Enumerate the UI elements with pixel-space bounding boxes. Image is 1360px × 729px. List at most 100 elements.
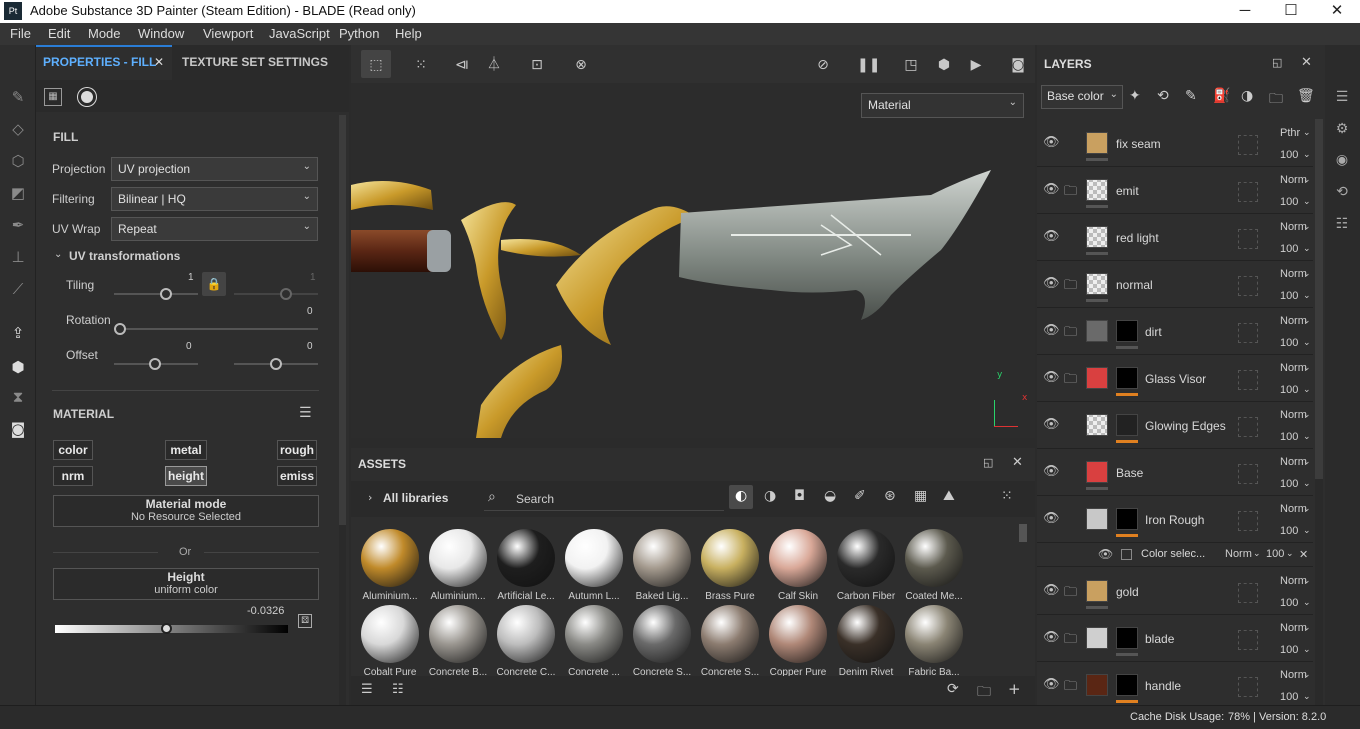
camera-view-icon[interactable]: ◳ [901, 55, 921, 75]
opacity-value[interactable]: 100 [1280, 691, 1298, 703]
lock-icon[interactable]: 🔒 [202, 272, 226, 296]
tiling-knob-1[interactable] [160, 288, 172, 300]
folder-icon[interactable]: 🗀 [1064, 630, 1077, 652]
opacity-value[interactable]: 100 [1280, 478, 1298, 490]
folder-icon[interactable]: 🗀 [977, 681, 991, 705]
screenshot-icon[interactable]: ◙ [1008, 55, 1028, 75]
material-thumbnail[interactable] [701, 529, 759, 587]
fill-properties-icon[interactable]: ▦ [44, 88, 62, 106]
material-thumbnail[interactable] [701, 605, 759, 663]
add-fill-layer-icon[interactable]: ⛽ [1213, 88, 1230, 104]
filter-icon[interactable]: ◒ [824, 488, 836, 504]
effect-opacity[interactable]: 100 [1266, 548, 1284, 560]
clone-stamp-icon[interactable]: ⊥ [8, 247, 28, 267]
offset-knob-1[interactable] [149, 358, 161, 370]
undock-icon[interactable]: ◱ [983, 456, 993, 469]
symmetry-vertical-icon[interactable]: ⏃ [484, 55, 504, 75]
geometry-mask-icon[interactable]: ◩ [8, 183, 28, 203]
undock-icon[interactable]: ◱ [1272, 56, 1282, 69]
reset-icon[interactable]: ⊗ [571, 55, 591, 75]
smart-material-icon[interactable]: ◑ [764, 488, 776, 504]
symmetry-icon[interactable]: ⧏ [452, 55, 472, 75]
mask-thumbnail[interactable] [1116, 627, 1138, 649]
scrollbar-thumb[interactable] [1315, 119, 1323, 479]
material-thumbnail[interactable] [565, 529, 623, 587]
close-assets-icon[interactable]: ✕ [1012, 455, 1023, 470]
layers-list-icon[interactable]: ☰ [1333, 89, 1351, 107]
material-thumbnail[interactable] [429, 605, 487, 663]
log-icon[interactable]: ☷ [1333, 216, 1351, 234]
material-sphere-icon[interactable] [78, 88, 96, 106]
opacity-value[interactable]: 100 [1280, 290, 1298, 302]
list-details-icon[interactable]: ☷ [392, 682, 404, 697]
grid-icon[interactable]: ⁙ [411, 55, 431, 75]
assets-scrollbar[interactable] [1019, 524, 1027, 542]
material-thumbnail[interactable] [769, 605, 827, 663]
mask-thumbnail[interactable] [1116, 320, 1138, 342]
mask-thumbnail[interactable] [1116, 508, 1138, 530]
layer-row[interactable]: 👁 🗀 handle Norm ⌄ 100 ⌄ [1037, 663, 1313, 709]
add-folder-icon[interactable]: 🗀 [1269, 88, 1283, 112]
bake-icon[interactable]: ⬢ [8, 357, 28, 377]
layer-row[interactable]: 👁 🗀 emit Norm ⌄ 100 ⌄ [1037, 168, 1313, 214]
material-mode-slot[interactable]: Material mode No Resource Selected [53, 495, 319, 527]
eye-icon[interactable]: 👁 [1043, 511, 1060, 527]
export-icon[interactable]: ⇪ [8, 323, 28, 343]
folder-icon[interactable]: 🗀 [1064, 276, 1077, 298]
projection-icon[interactable]: ⬡ [8, 151, 28, 171]
material-thumbnail[interactable] [769, 529, 827, 587]
camera-bake-icon[interactable]: ◙ [8, 419, 28, 439]
all-libraries-link[interactable]: All libraries [383, 491, 448, 505]
material-thumbnail[interactable] [905, 529, 963, 587]
material-thumbnail[interactable] [837, 605, 895, 663]
remove-effect-icon[interactable]: ✕ [1299, 548, 1308, 561]
material-thumbnail[interactable] [497, 605, 555, 663]
material-thumbnail[interactable] [905, 605, 963, 663]
eye-icon[interactable]: 👁 [1043, 370, 1060, 386]
layer-row[interactable]: 👁 🗀 normal Norm ⌄ 100 ⌄ [1037, 262, 1313, 308]
add-mask-icon[interactable]: ⟲ [1157, 88, 1169, 104]
eye-icon[interactable]: 👁 [1043, 583, 1060, 599]
refresh-icon[interactable]: ⟳ [947, 681, 959, 697]
menu-viewport[interactable]: Viewport [203, 26, 253, 41]
mask-thumbnail[interactable] [1116, 674, 1138, 696]
channel-color-button[interactable]: color [53, 440, 93, 460]
close-layers-icon[interactable]: ✕ [1301, 55, 1312, 70]
uv-transformations-header[interactable]: UV transformations [69, 249, 180, 263]
material-thumbnail[interactable] [565, 605, 623, 663]
splitter[interactable] [351, 438, 1035, 448]
layer-row[interactable]: 👁 Iron Rough Norm ⌄ 100 ⌄ [1037, 497, 1313, 543]
smudge-icon[interactable]: ✒ [8, 215, 28, 235]
effect-blend-mode[interactable]: Norm [1225, 548, 1252, 560]
tiling-knob-2[interactable] [280, 288, 292, 300]
menu-python[interactable]: Python [339, 26, 379, 41]
filtering-dropdown[interactable]: Bilinear | HQ ⌄ [111, 187, 318, 211]
material-thumbnail[interactable] [837, 529, 895, 587]
channel-dropdown[interactable]: Base color ⌄ [1041, 85, 1123, 109]
opacity-value[interactable]: 100 [1280, 525, 1298, 537]
paint-brush-icon[interactable]: ✎ [8, 87, 28, 107]
opacity-value[interactable]: 100 [1280, 243, 1298, 255]
layer-row[interactable]: 👁 🗀 Glass Visor Norm ⌄ 100 ⌄ [1037, 356, 1313, 402]
layer-row[interactable]: 👁 Base Norm ⌄ 100 ⌄ [1037, 450, 1313, 496]
environment-icon[interactable]: ⛰ [943, 488, 955, 504]
folder-icon[interactable]: 🗀 [1064, 677, 1077, 699]
eye-icon[interactable]: 👁 [1043, 135, 1060, 151]
list-settings-icon[interactable]: ☰ [299, 405, 312, 421]
texture-set-icon[interactable]: ⚙ [1333, 121, 1351, 139]
eye-icon[interactable]: 👁 [1043, 323, 1060, 339]
eye-icon[interactable]: 👁 [1098, 547, 1113, 561]
menu-javascript[interactable]: JavaScript [269, 26, 330, 41]
scrollbar-thumb[interactable] [339, 115, 346, 525]
texture-icon[interactable]: ⊛ [884, 488, 896, 504]
video-camera-icon[interactable]: ▶ [966, 55, 986, 75]
collapse-chevron-icon[interactable]: ⌄ [54, 249, 62, 260]
height-slot[interactable]: Height uniform color [53, 568, 319, 600]
assets-search-input[interactable]: Search [516, 492, 554, 506]
hourglass-icon[interactable]: ⧗ [8, 387, 28, 407]
material-thumbnail[interactable] [361, 529, 419, 587]
add-paint-layer-icon[interactable]: ✎ [1185, 88, 1197, 104]
frame-icon[interactable]: ⊡ [527, 55, 547, 75]
mask-icon[interactable]: ◘ [794, 488, 805, 504]
opacity-value[interactable]: 100 [1280, 337, 1298, 349]
